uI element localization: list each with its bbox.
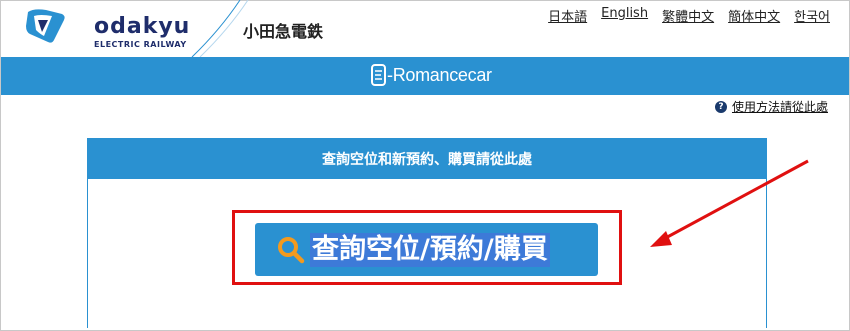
search-icon — [278, 237, 305, 264]
annotation-arrow — [650, 159, 809, 247]
search-reserve-purchase-button[interactable]: 查詢空位/預約/購買 — [255, 223, 598, 276]
question-icon: ? — [714, 100, 727, 113]
language-selector: 日本語 English 繁體中文 簡体中文 한국어 — [548, 6, 830, 25]
panel-title: 查詢空位和新預約、購買請從此處 — [322, 152, 532, 168]
lang-link-korean[interactable]: 한국어 — [794, 6, 830, 25]
service-name: -Romancecar — [387, 64, 492, 85]
help-link[interactable]: 使用方法請從此處 — [732, 98, 828, 115]
odakyu-logo-icon — [26, 9, 65, 43]
search-button-label: 查詢空位/預約/購買 — [310, 233, 550, 267]
romancecar-logo: -Romancecar — [371, 63, 492, 87]
lang-link-simplified-chinese[interactable]: 簡体中文 — [728, 6, 780, 25]
odakyu-logo[interactable]: odakyu ELECTRIC RAILWAY — [24, 6, 204, 50]
lang-link-japanese[interactable]: 日本語 — [548, 6, 587, 25]
lang-link-traditional-chinese[interactable]: 繁體中文 — [662, 6, 714, 25]
service-banner: -Romancecar — [1, 57, 849, 95]
e-romancecar-mark-icon — [371, 64, 386, 86]
logo-tagline: ELECTRIC RAILWAY — [94, 40, 187, 49]
lang-link-english[interactable]: English — [601, 6, 648, 25]
logo-wordmark: odakyu — [94, 14, 191, 39]
help-link-container[interactable]: ? 使用方法請從此處 — [714, 98, 828, 115]
company-name: 小田急電鉄 — [243, 22, 324, 41]
header-curve-decoration — [191, 0, 249, 57]
